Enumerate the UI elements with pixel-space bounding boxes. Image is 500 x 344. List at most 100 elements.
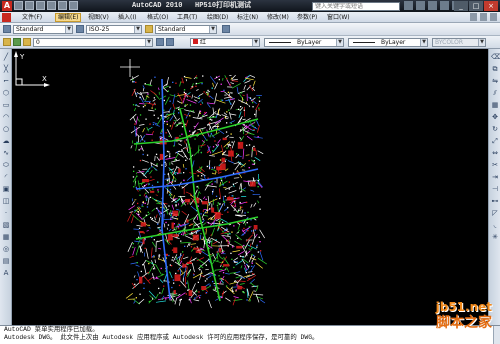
help-search-input[interactable]: 键入关键字或短语 [312,2,400,11]
ellipse-arc-icon[interactable]: ◜ [2,173,10,181]
make-current-layer-icon[interactable] [156,38,164,46]
map-dot [175,205,177,207]
text-style-icon[interactable] [3,25,11,33]
construction-line-icon[interactable]: ╳ [2,65,10,73]
explode-icon[interactable]: ✳ [491,233,499,241]
map-segment [240,182,243,192]
line-tool-icon[interactable]: ╱ [2,53,10,61]
gradient-icon[interactable]: ▦ [2,233,10,241]
layer-properties-icon[interactable] [3,38,11,46]
move-icon[interactable]: ✥ [491,113,499,121]
linetype-select[interactable]: ByLayer ▼ [264,38,344,47]
menu-draw[interactable]: 绘图(D) [205,13,230,22]
menu-parametric[interactable]: 参数(P) [295,13,319,22]
dim-style-select[interactable]: ISO-25 ▼ [86,25,142,34]
table-style-select[interactable]: Standard ▼ [155,25,217,34]
color-select[interactable]: 红 ▼ [190,38,260,47]
doc-restore-button[interactable] [480,13,487,21]
array-icon[interactable]: ▦ [491,101,499,109]
drawing-area[interactable]: Y X [12,49,488,325]
autocad-logo-icon[interactable]: A [2,1,12,11]
menu-tools[interactable]: 工具(T) [175,13,199,22]
lineweight-select[interactable]: ByLayer ▼ [348,38,428,47]
map-segment [144,94,149,102]
minimize-button[interactable]: _ [454,1,468,11]
subscription-icon[interactable] [416,1,425,10]
extend-icon[interactable]: ⇥ [491,173,499,181]
map-segment [170,159,180,163]
command-line[interactable]: AutoCAD 菜单实用程序已加载。 Autodesk DWG。 此文件上次由 … [0,325,500,344]
copy-icon[interactable]: ⧉ [491,65,499,73]
map-dot [258,100,261,102]
layer-on-icon[interactable] [13,38,21,46]
map-dot [246,263,248,266]
command-scrollbar[interactable] [493,326,500,344]
multiline-text-icon[interactable]: A [2,269,10,277]
map-segment [220,257,224,260]
trim-icon[interactable]: ✂ [491,161,499,169]
rectangle-icon[interactable]: ▭ [2,101,10,109]
document-icon[interactable] [2,13,11,22]
open-file-icon[interactable] [25,1,34,10]
menu-format[interactable]: 格式(O) [145,13,170,22]
scale-icon[interactable]: ⤢ [491,137,499,145]
text-style-select[interactable]: Standard ▼ [13,25,73,34]
plot-icon[interactable] [69,1,78,10]
map-segment [177,100,181,104]
region-icon[interactable]: ◎ [2,245,10,253]
menu-dimension[interactable]: 标注(N) [235,13,260,22]
multileader-style-icon[interactable] [222,25,230,33]
menu-window[interactable]: 窗口(W) [325,13,352,22]
undo-icon[interactable] [47,1,56,10]
break-icon[interactable]: ⊣ [491,185,499,193]
offset-icon[interactable]: ⫽ [491,89,499,97]
menu-insert[interactable]: 插入(I) [116,13,138,22]
search-icon[interactable] [404,1,413,10]
map-segment [172,198,178,200]
layer-previous-icon[interactable] [166,38,174,46]
map-segment [259,229,265,239]
new-file-icon[interactable] [14,1,23,10]
maximize-button[interactable]: □ [469,1,483,11]
layer-freeze-icon[interactable] [23,38,31,46]
menu-edit[interactable]: 编辑(E) [55,13,82,22]
chamfer-icon[interactable]: ◸ [491,209,499,217]
layer-select[interactable]: 0 ▼ [33,38,153,47]
revision-cloud-icon[interactable]: ☁ [2,137,10,145]
map-dot [155,153,158,155]
map-dot [257,251,259,253]
erase-icon[interactable]: ⌫ [491,53,500,61]
table-icon[interactable]: ▤ [2,257,10,265]
ellipse-icon[interactable]: ⬭ [2,161,10,169]
mirror-icon[interactable]: ⇋ [491,77,499,85]
favorites-icon[interactable] [440,1,449,10]
rotate-icon[interactable]: ↻ [491,125,499,133]
arc-icon[interactable]: ◠ [2,113,10,121]
menu-modify[interactable]: 修改(M) [265,13,291,22]
stretch-icon[interactable]: ⇔ [491,149,499,157]
polygon-icon[interactable]: ⬡ [2,89,10,97]
map-dot [144,140,146,142]
circle-icon[interactable]: ○ [2,125,10,133]
close-button[interactable]: × [484,1,498,11]
table-style-icon[interactable] [145,25,153,33]
doc-minimize-button[interactable] [470,13,477,21]
map-segment [151,241,157,248]
make-block-icon[interactable]: ◫ [2,197,10,205]
redo-icon[interactable] [58,1,67,10]
hatch-icon[interactable]: ▧ [2,221,10,229]
insert-block-icon[interactable]: ▣ [2,185,10,193]
menu-file[interactable]: 文件(F) [20,13,44,22]
dim-style-icon[interactable] [76,25,84,33]
menu-view[interactable]: 视图(V) [86,13,111,22]
polyline-icon[interactable]: ⌐ [2,77,10,85]
map-dot [144,104,146,107]
map-building [142,238,145,245]
spline-icon[interactable]: ∿ [2,149,10,157]
fillet-icon[interactable]: ◟ [491,221,499,229]
join-icon[interactable]: ⊷ [491,197,499,205]
point-icon[interactable]: · [2,209,10,217]
communication-icon[interactable] [428,1,437,10]
doc-close-button[interactable] [490,13,497,21]
save-icon[interactable] [36,1,45,10]
